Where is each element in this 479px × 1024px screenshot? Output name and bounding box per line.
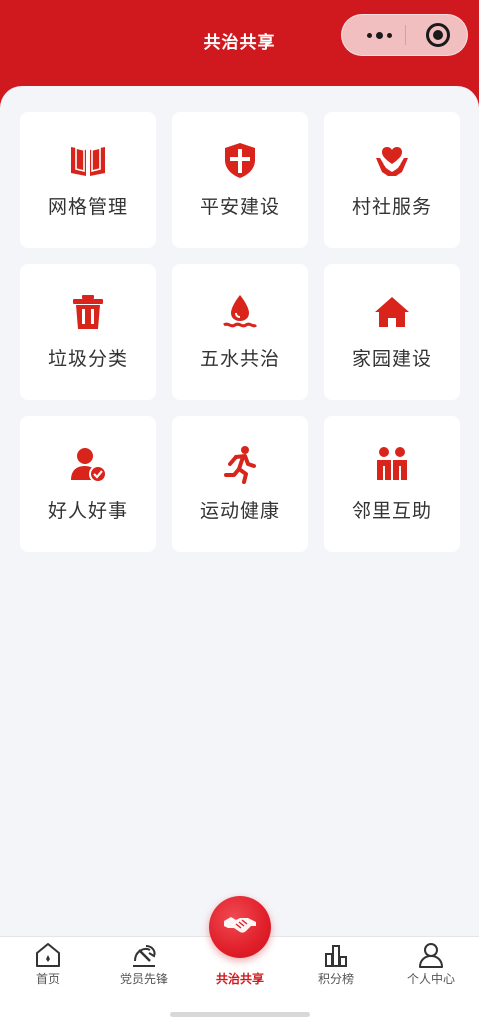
- tab-label: 个人中心: [406, 972, 455, 986]
- user-outline-icon: [417, 941, 445, 969]
- neighbors-icon: [372, 444, 412, 484]
- target-close-icon[interactable]: [426, 23, 450, 47]
- person-check-icon: [68, 444, 108, 484]
- grid-item-laji[interactable]: 垃圾分类: [20, 264, 156, 400]
- trash-can-icon: [68, 292, 108, 332]
- co-governance-center-button[interactable]: [209, 896, 271, 958]
- grid-item-cunshe[interactable]: 村社服务: [324, 112, 460, 248]
- tab-label: 共治共享: [215, 972, 264, 986]
- home-icon: [372, 292, 412, 332]
- feature-grid: 网格管理 平安建设 村社服务 垃圾分类 五水共治 家园建设 好人好事 运动健康 …: [20, 112, 460, 552]
- main-content: 网格管理 平安建设 村社服务 垃圾分类 五水共治 家园建设 好人好事 运动健康 …: [0, 86, 479, 936]
- book-icon: [68, 140, 108, 180]
- grid-item-jiayuan[interactable]: 家园建设: [324, 264, 460, 400]
- grid-item-linli[interactable]: 邻里互助: [324, 416, 460, 552]
- tab-profile[interactable]: 个人中心: [383, 937, 479, 1024]
- tab-label: 首页: [35, 972, 60, 986]
- grid-item-haoren[interactable]: 好人好事: [20, 416, 156, 552]
- grid-item-label: 平安建设: [199, 196, 280, 218]
- tab-label: 积分榜: [317, 972, 354, 986]
- grid-item-wushui[interactable]: 五水共治: [172, 264, 308, 400]
- grid-item-label: 五水共治: [199, 348, 280, 370]
- shield-icon: [220, 140, 260, 180]
- bar-chart-icon: [322, 941, 350, 969]
- grid-item-label: 运动健康: [199, 500, 280, 522]
- home-outline-icon: [34, 941, 62, 969]
- grid-item-label: 网格管理: [47, 196, 128, 218]
- tab-home[interactable]: 首页: [0, 937, 96, 1024]
- capsule-divider: [405, 25, 406, 45]
- grid-item-label: 好人好事: [47, 500, 128, 522]
- tab-party-pioneer[interactable]: 党员先锋: [96, 937, 192, 1024]
- mini-program-capsule: [341, 14, 468, 56]
- tab-points-ranking[interactable]: 积分榜: [288, 937, 384, 1024]
- more-dots-icon[interactable]: [356, 15, 402, 55]
- grid-item-yundong[interactable]: 运动健康: [172, 416, 308, 552]
- grid-item-label: 邻里互助: [351, 500, 432, 522]
- grid-item-label: 村社服务: [351, 196, 432, 218]
- handshake-icon: [222, 907, 258, 947]
- grid-item-label: 垃圾分类: [47, 348, 128, 370]
- grid-item-wangge[interactable]: 网格管理: [20, 112, 156, 248]
- grid-item-label: 家园建设: [351, 348, 432, 370]
- grid-item-pingan[interactable]: 平安建设: [172, 112, 308, 248]
- water-drop-icon: [220, 292, 260, 332]
- running-person-icon: [220, 444, 260, 484]
- party-emblem-icon: [130, 941, 158, 969]
- tab-label: 党员先锋: [119, 972, 168, 986]
- heart-hands-icon: [372, 140, 412, 180]
- home-indicator: [170, 1012, 310, 1017]
